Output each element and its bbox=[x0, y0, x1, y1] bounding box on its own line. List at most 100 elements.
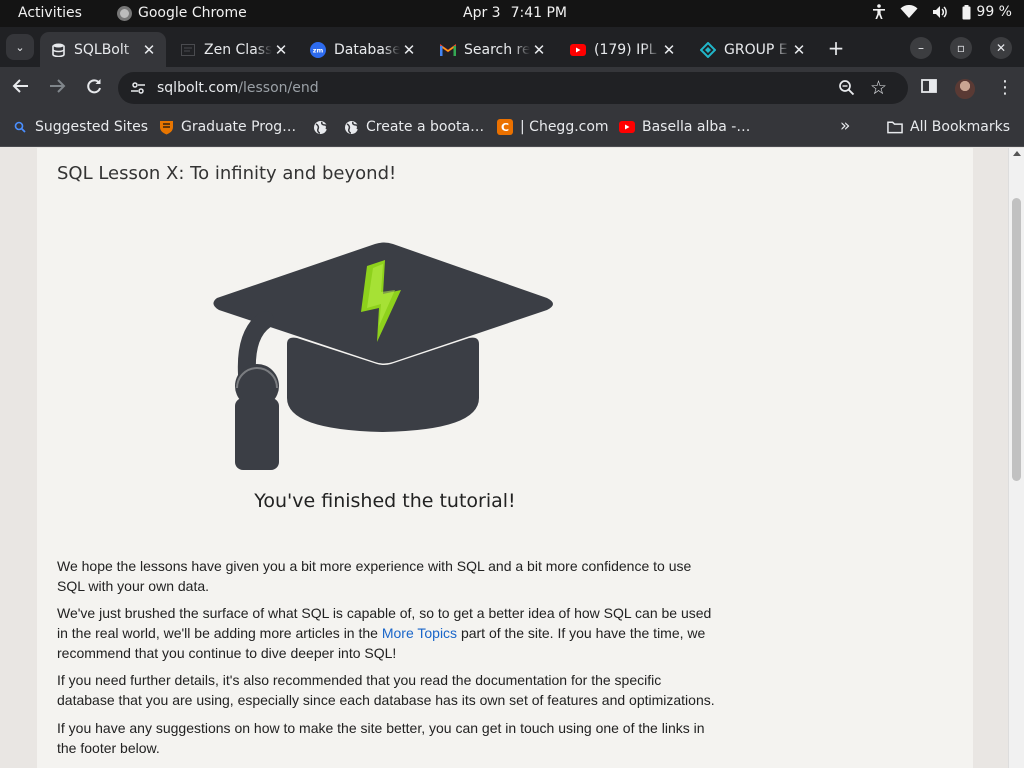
tab-title: Database bbox=[334, 41, 400, 58]
tab-title: (179) IPL bbox=[594, 41, 657, 58]
lesson-content: SQL Lesson X: To infinity and beyond! Yo… bbox=[37, 148, 973, 768]
chrome-icon bbox=[117, 5, 132, 21]
folder-icon bbox=[887, 119, 903, 135]
system-tray[interactable]: 99 % bbox=[872, 4, 1012, 20]
app-menu[interactable]: Google Chrome bbox=[117, 5, 247, 21]
arrow-right-icon bbox=[50, 79, 66, 93]
battery-percent: 99 % bbox=[976, 4, 1012, 20]
graduation-cap-icon bbox=[213, 242, 553, 470]
globe-icon bbox=[343, 119, 359, 135]
forward-button[interactable] bbox=[48, 77, 66, 100]
scrollbar-thumb[interactable] bbox=[1012, 198, 1021, 481]
close-icon[interactable]: ✕ bbox=[660, 41, 678, 59]
profile-avatar[interactable] bbox=[955, 79, 975, 99]
tab-search-button[interactable]: ⌄ bbox=[6, 34, 34, 60]
database-icon bbox=[50, 42, 66, 58]
bookmark-globe[interactable] bbox=[312, 119, 328, 135]
address-bar[interactable]: sqlbolt.com/lesson/end ☆ bbox=[118, 72, 908, 104]
tab-title: Zen Class bbox=[204, 41, 272, 58]
date: Apr 3 bbox=[463, 5, 501, 21]
reload-button[interactable] bbox=[85, 77, 103, 100]
tab-title: Search re bbox=[464, 41, 530, 58]
bookmark-label: Create a boota… bbox=[366, 119, 485, 135]
page-viewport: SQL Lesson X: To infinity and beyond! Yo… bbox=[0, 148, 1024, 768]
new-tab-button[interactable]: + bbox=[826, 36, 846, 60]
tab-title: SQLBolt bbox=[74, 41, 130, 58]
scroll-up-arrow-icon[interactable] bbox=[1013, 151, 1021, 156]
tab-zen-class[interactable]: Zen Class ✕ bbox=[170, 32, 298, 67]
bookmark-star-icon[interactable]: ☆ bbox=[870, 77, 887, 99]
side-panel-icon bbox=[921, 79, 937, 93]
tab-youtube[interactable]: (179) IPL ✕ bbox=[560, 32, 686, 67]
bookmark-label: Basella alba -… bbox=[642, 119, 751, 135]
bookmark-label: Graduate Prog… bbox=[181, 119, 297, 135]
tab-title: GROUP E bbox=[724, 41, 788, 58]
volume-icon bbox=[933, 6, 948, 18]
close-icon[interactable]: ✕ bbox=[400, 41, 418, 59]
zoom-icon: zm bbox=[310, 41, 326, 58]
svg-text:zm: zm bbox=[313, 46, 324, 54]
app-name: Google Chrome bbox=[138, 5, 247, 21]
paragraph-3: If you need further details, it's also r… bbox=[57, 672, 715, 708]
tab-sqlbolt[interactable]: SQLBolt ✕ bbox=[40, 32, 166, 67]
zen-class-icon bbox=[180, 42, 196, 58]
paragraph-2: We've just brushed the surface of what S… bbox=[57, 603, 717, 663]
tab-database[interactable]: zm Database ✕ bbox=[300, 32, 426, 67]
chegg-icon: C bbox=[497, 119, 513, 135]
bookmark-suggested-sites[interactable]: Suggested Sites bbox=[12, 119, 148, 135]
bookmark-label: Suggested Sites bbox=[35, 119, 149, 135]
bookmark-graduate-programs[interactable]: Graduate Prog… bbox=[158, 119, 296, 135]
close-icon[interactable]: ✕ bbox=[140, 41, 158, 59]
minimize-button[interactable]: – bbox=[910, 37, 932, 59]
bookmarks-bar: Suggested Sites Graduate Prog… Create a … bbox=[0, 109, 1024, 147]
close-icon[interactable]: ✕ bbox=[530, 41, 548, 59]
site-info-icon[interactable] bbox=[130, 80, 146, 100]
princeton-icon bbox=[158, 119, 174, 135]
browser-toolbar: sqlbolt.com/lesson/end ☆ ⋮ bbox=[0, 67, 1024, 109]
url-host: sqlbolt.com bbox=[157, 80, 239, 96]
more-menu-icon[interactable]: ⋮ bbox=[996, 77, 1014, 98]
activities-button[interactable]: Activities bbox=[18, 5, 82, 21]
back-button[interactable] bbox=[12, 77, 30, 100]
bookmark-chegg[interactable]: C | Chegg.com bbox=[497, 119, 609, 135]
all-bookmarks-label: All Bookmarks bbox=[910, 119, 1011, 135]
all-bookmarks-button[interactable]: All Bookmarks bbox=[887, 119, 1010, 135]
tab-group[interactable]: GROUP E ✕ bbox=[690, 32, 816, 67]
bookmark-create-bootable[interactable]: Create a boota… bbox=[343, 119, 484, 135]
page-scrollbar[interactable] bbox=[1008, 148, 1024, 768]
url-text[interactable]: sqlbolt.com/lesson/end bbox=[157, 80, 319, 96]
clock[interactable]: Apr 3 7:41 PM bbox=[463, 5, 567, 21]
youtube-icon bbox=[570, 42, 586, 58]
tab-gmail[interactable]: Search re ✕ bbox=[430, 32, 556, 67]
time: 7:41 PM bbox=[510, 5, 567, 21]
bookmark-basella-alba[interactable]: Basella alba -… bbox=[619, 119, 750, 135]
side-panel-button[interactable] bbox=[921, 78, 937, 98]
zoom-icon[interactable] bbox=[838, 79, 855, 100]
group-icon bbox=[700, 41, 716, 58]
close-icon[interactable]: ✕ bbox=[272, 41, 290, 59]
youtube-icon bbox=[619, 119, 635, 135]
close-icon[interactable]: ✕ bbox=[790, 41, 808, 59]
bookmark-label: | Chegg.com bbox=[520, 119, 609, 135]
page-title: SQL Lesson X: To infinity and beyond! bbox=[57, 163, 397, 184]
maximize-button[interactable]: ▫ bbox=[950, 37, 972, 59]
svg-text:C: C bbox=[501, 121, 509, 134]
url-path: /lesson/end bbox=[238, 80, 319, 96]
finished-heading: You've finished the tutorial! bbox=[254, 490, 516, 512]
paragraph-4: If you have any suggestions on how to ma… bbox=[57, 720, 705, 756]
accessibility-icon bbox=[873, 4, 886, 19]
arrow-left-icon bbox=[12, 79, 28, 93]
bookmarks-overflow-chevron-icon[interactable]: » bbox=[840, 116, 850, 136]
tab-strip: ⌄ SQLBolt ✕ Zen Class ✕ zm Database ✕ Se… bbox=[0, 27, 1024, 67]
reload-icon bbox=[87, 79, 101, 94]
more-topics-link[interactable]: More Topics bbox=[382, 625, 457, 641]
battery-icon bbox=[962, 4, 971, 19]
chevron-down-icon: ⌄ bbox=[15, 40, 25, 54]
globe-icon bbox=[312, 119, 328, 135]
paragraph-1: We hope the lessons have given you a bit… bbox=[57, 558, 692, 594]
wifi-icon bbox=[900, 5, 918, 18]
search-icon bbox=[12, 119, 28, 135]
close-window-button[interactable]: ✕ bbox=[990, 37, 1012, 59]
gmail-icon bbox=[440, 42, 456, 58]
system-top-bar: Activities Google Chrome Apr 3 7:41 PM 9… bbox=[0, 0, 1024, 27]
